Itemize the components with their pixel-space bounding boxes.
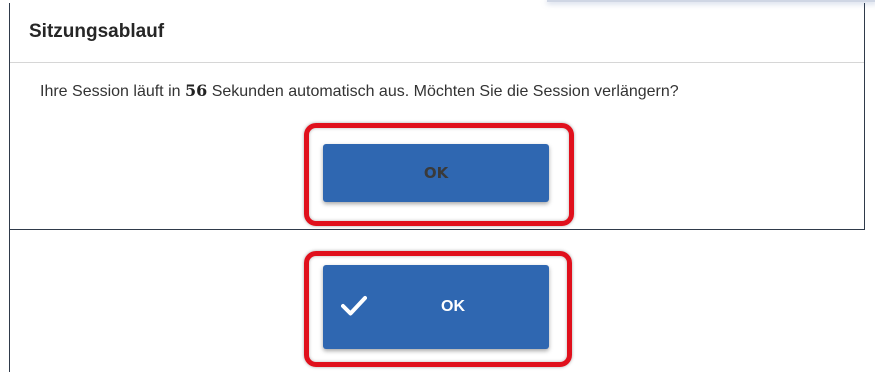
message-suffix: Sekunden automatisch aus. Möchten Sie di… xyxy=(211,83,679,100)
checkmark-icon xyxy=(341,296,367,316)
ok-button-old[interactable]: OK xyxy=(323,144,549,202)
message-prefix: Ihre Session läuft in xyxy=(40,83,181,100)
dialog-header: Sitzungsablauf xyxy=(10,3,864,63)
countdown-seconds: 56 xyxy=(184,81,208,100)
dialog-title: Sitzungsablauf xyxy=(29,21,165,42)
ok-button-old-label: OK xyxy=(423,164,449,182)
dialog-message: Ihre Session läuft in 56 Sekunden automa… xyxy=(40,81,679,101)
ok-button-new-label: OK xyxy=(441,298,465,315)
left-border-line xyxy=(9,230,10,372)
dialog-top-edge xyxy=(547,0,875,2)
ok-button-new[interactable]: OK xyxy=(323,265,549,349)
screenshot-stage: Sitzungsablauf Ihre Session läuft in 56 … xyxy=(0,0,875,372)
